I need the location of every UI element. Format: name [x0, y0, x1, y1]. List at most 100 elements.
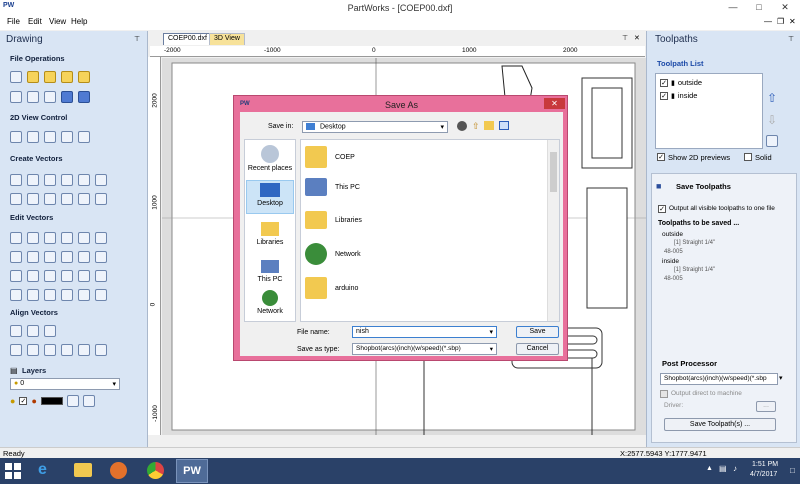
tab-icon[interactable] — [61, 289, 73, 301]
nest-icon[interactable] — [95, 289, 107, 301]
open-folder-icon[interactable] — [27, 71, 39, 83]
intersect-icon[interactable] — [78, 251, 90, 263]
layer-select[interactable]: ● 0 ▾ — [10, 378, 120, 390]
import-icon[interactable] — [44, 71, 56, 83]
tab-close-icon[interactable]: ✕ — [634, 34, 640, 42]
zoom-box-icon[interactable] — [27, 131, 39, 143]
layer-visible-icon[interactable]: ● — [10, 396, 15, 406]
arc-edit-icon[interactable] — [78, 289, 90, 301]
dogbone-icon[interactable] — [44, 289, 56, 301]
scale-icon[interactable] — [61, 232, 73, 244]
trim-icon[interactable] — [27, 270, 39, 282]
notification-icon[interactable]: □ — [790, 466, 795, 475]
align-center-icon[interactable] — [10, 325, 22, 337]
clock-time[interactable]: 1:51 PM — [752, 461, 778, 468]
extend-icon[interactable] — [44, 270, 56, 282]
rotate-icon[interactable] — [78, 232, 90, 244]
mirror-icon[interactable] — [95, 232, 107, 244]
fit-curves-icon[interactable] — [95, 270, 107, 282]
layer-lock-checkbox[interactable]: ✓ — [19, 397, 28, 405]
pin-icon[interactable]: ⊤ — [134, 35, 140, 43]
clock-date[interactable]: 4/7/2017 — [750, 471, 777, 478]
align-h-center-icon[interactable] — [27, 325, 39, 337]
output-direct-checkbox[interactable] — [660, 390, 668, 398]
zoom-selection-icon[interactable] — [78, 131, 90, 143]
places-this-pc[interactable]: This PC — [246, 258, 294, 292]
offset-icon[interactable] — [10, 270, 22, 282]
polyline-icon[interactable] — [61, 174, 73, 186]
move-down-icon[interactable]: ⇩ — [767, 113, 777, 127]
copy-icon[interactable] — [27, 91, 39, 103]
undo-icon[interactable] — [61, 91, 73, 103]
pan-icon[interactable] — [10, 131, 22, 143]
tab-pin-icon[interactable]: ⊤ — [622, 34, 628, 42]
mdi-restore-button[interactable]: ❐ — [777, 17, 784, 26]
tray-up-icon[interactable]: ▲ — [706, 465, 713, 472]
rectangle-icon[interactable] — [44, 174, 56, 186]
arc-icon[interactable] — [44, 193, 56, 205]
list-item[interactable]: ✓ ▮ inside — [660, 91, 697, 100]
toolpath-checkbox[interactable]: ✓ — [660, 78, 668, 87]
move-up-icon[interactable]: ⇧ — [767, 91, 777, 105]
text-on-curve-icon[interactable] — [27, 193, 39, 205]
menu-view[interactable]: View — [49, 17, 66, 26]
layer-color-icon[interactable]: ● — [31, 396, 36, 406]
join-icon[interactable] — [95, 251, 107, 263]
minimize-button[interactable]: — — [722, 1, 744, 14]
file-name-input[interactable]: nish ▾ — [352, 326, 497, 338]
save-button[interactable]: Save — [516, 326, 559, 338]
align-left-icon[interactable] — [10, 344, 22, 356]
star-icon[interactable] — [95, 174, 107, 186]
cancel-button[interactable]: Cancel — [516, 343, 559, 355]
post-processor-select[interactable]: Shopbot(arcs)(inch)(w/speed)(*.sbp — [660, 373, 778, 385]
chrome-icon[interactable] — [147, 462, 164, 479]
save-in-select[interactable]: Desktop ▾ — [302, 121, 448, 133]
list-item[interactable]: This PC — [305, 178, 360, 196]
smooth-icon[interactable] — [78, 270, 90, 282]
group-icon[interactable] — [10, 251, 22, 263]
layer-delete-icon[interactable] — [82, 395, 95, 407]
scrollbar-thumb[interactable] — [550, 152, 557, 192]
zoom-material-icon[interactable] — [61, 131, 73, 143]
transform-icon[interactable] — [44, 232, 56, 244]
new-file-icon[interactable] — [10, 71, 22, 83]
back-icon[interactable] — [457, 121, 467, 131]
save-toolpaths-button[interactable]: Save Toolpath(s) ... — [664, 418, 776, 431]
import-bitmap-icon[interactable] — [78, 71, 90, 83]
menu-help[interactable]: Help — [71, 17, 87, 26]
list-item[interactable]: Network — [305, 243, 361, 265]
save-as-type-select[interactable]: Shopbot(arcs)(inch)(w/speed)(*.sbp) ▾ — [352, 343, 497, 355]
redo-icon[interactable] — [78, 91, 90, 103]
mdi-close-button[interactable]: ✕ — [789, 17, 796, 26]
delete-toolpath-icon[interactable] — [766, 135, 778, 147]
space-h-icon[interactable] — [78, 344, 90, 356]
weld-icon[interactable] — [44, 251, 56, 263]
ellipse-icon[interactable] — [27, 174, 39, 186]
mdi-minimize-button[interactable]: — — [764, 17, 772, 26]
solid-checkbox[interactable] — [744, 153, 752, 161]
places-recent[interactable]: Recent places — [246, 145, 294, 179]
firefox-icon[interactable] — [110, 462, 127, 479]
toolpath-checkbox[interactable]: ✓ — [660, 91, 668, 100]
array-icon[interactable] — [10, 289, 22, 301]
view-menu-icon[interactable] — [499, 121, 509, 130]
up-folder-icon[interactable]: ⇧ — [472, 121, 480, 132]
open-recent-icon[interactable] — [61, 71, 73, 83]
align-top-icon[interactable] — [44, 344, 56, 356]
list-item[interactable]: arduino — [305, 277, 358, 299]
align-v-center-icon[interactable] — [44, 325, 56, 337]
places-network[interactable]: Network — [246, 290, 294, 324]
output-all-checkbox[interactable]: ✓ — [658, 205, 666, 213]
corner-icon[interactable] — [27, 289, 39, 301]
file-list-scrollbar[interactable] — [547, 140, 559, 321]
tab-3d-view[interactable]: 3D View — [209, 33, 245, 45]
fillet-icon[interactable] — [78, 193, 90, 205]
list-item[interactable]: Libraries — [305, 211, 362, 229]
maximize-button[interactable]: □ — [748, 1, 770, 14]
partworks-taskbar-button[interactable]: PW — [176, 459, 208, 483]
internet-explorer-icon[interactable]: e — [38, 461, 47, 479]
places-desktop[interactable]: Desktop — [246, 180, 294, 214]
ungroup-icon[interactable] — [27, 251, 39, 263]
layer-properties-icon[interactable] — [66, 395, 79, 407]
cut-icon[interactable] — [10, 91, 22, 103]
